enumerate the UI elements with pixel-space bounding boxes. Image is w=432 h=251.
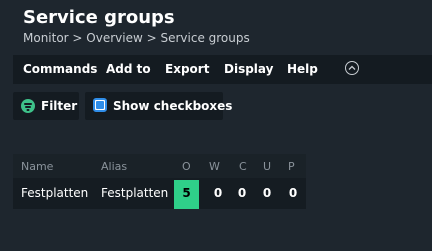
header-name[interactable]: Name xyxy=(21,160,53,173)
menu-bar: Commands Add to Export Display Help xyxy=(13,55,432,84)
group-name[interactable]: Festplatten xyxy=(21,186,88,200)
header-unknown[interactable]: U xyxy=(263,160,271,173)
ok-count: 5 xyxy=(182,186,191,200)
header-pending[interactable]: P xyxy=(288,160,295,173)
header-alias[interactable]: Alias xyxy=(101,160,127,173)
menu-help[interactable]: Help xyxy=(287,62,318,76)
table-row: Festplatten Festplatten 5 0 0 0 0 xyxy=(13,178,306,209)
page-title: Service groups xyxy=(23,7,175,28)
show-checkboxes-button[interactable]: Show checkboxes xyxy=(85,92,232,120)
ok-count-cell[interactable]: 5 xyxy=(174,180,199,209)
chevron-up-icon xyxy=(348,65,356,70)
warn-count[interactable]: 0 xyxy=(211,186,225,200)
table-header: Name Alias O W C U P xyxy=(13,154,306,178)
menu-display[interactable]: Display xyxy=(224,62,273,76)
checkbox-icon xyxy=(93,98,107,112)
menu-commands[interactable]: Commands xyxy=(23,62,97,76)
header-ok[interactable]: O xyxy=(182,160,191,173)
unknown-count[interactable]: 0 xyxy=(260,186,274,200)
header-crit[interactable]: C xyxy=(239,160,247,173)
header-warn[interactable]: W xyxy=(209,160,220,173)
breadcrumb[interactable]: Monitor > Overview > Service groups xyxy=(23,31,250,45)
filter-label: Filter xyxy=(41,99,78,113)
page-header: Service groups Monitor > Overview > Serv… xyxy=(0,0,432,50)
menu-export[interactable]: Export xyxy=(165,62,209,76)
show-checkboxes-label: Show checkboxes xyxy=(113,99,233,113)
filter-icon xyxy=(21,99,35,113)
menu-add-to[interactable]: Add to xyxy=(106,62,151,76)
collapse-menu-button[interactable] xyxy=(345,61,359,75)
pending-count[interactable]: 0 xyxy=(286,186,300,200)
group-alias[interactable]: Festplatten xyxy=(101,186,168,200)
filter-button[interactable]: Filter xyxy=(13,92,79,120)
crit-count[interactable]: 0 xyxy=(235,186,249,200)
